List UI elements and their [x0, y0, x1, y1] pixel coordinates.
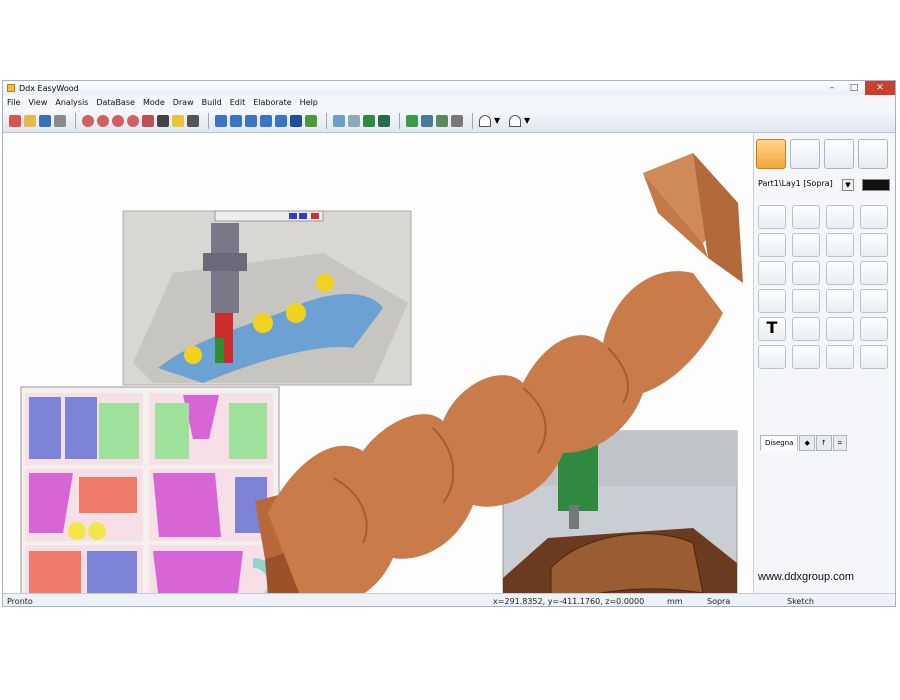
view-back-icon[interactable]	[275, 114, 287, 127]
trace-tool-icon[interactable]	[826, 345, 854, 369]
open-file-icon[interactable]	[24, 114, 36, 127]
chevron-down-icon[interactable]: ▼	[842, 179, 854, 191]
shade-view-icon[interactable]	[363, 114, 375, 127]
tab-leaf-icon[interactable]: ◆	[799, 435, 815, 451]
menu-draw[interactable]: Draw	[173, 98, 194, 107]
app-window: Ddx EasyWood – □ ✕ File View Analysis Da…	[2, 80, 896, 607]
menu-file[interactable]: File	[7, 98, 20, 107]
menu-edit[interactable]: Edit	[230, 98, 246, 107]
light-icon[interactable]	[172, 114, 184, 127]
nesting-layout-image	[20, 386, 280, 606]
view-right-icon[interactable]	[245, 114, 257, 127]
zoom-out-icon[interactable]	[97, 114, 109, 127]
sketch-mode-icon[interactable]	[756, 139, 786, 169]
unit-readout: mm	[667, 597, 683, 606]
save-icon[interactable]	[39, 114, 51, 127]
tab-disegna[interactable]: Disegna	[760, 435, 799, 451]
line-tool-icon[interactable]	[758, 205, 786, 229]
minimize-button[interactable]: –	[821, 81, 843, 95]
pan-icon[interactable]	[142, 114, 154, 127]
relief-tool-icon[interactable]	[826, 289, 854, 313]
tab-flag-icon[interactable]: ⌗	[832, 435, 847, 451]
menu-help[interactable]: Help	[300, 98, 318, 107]
arc-center-tool-icon[interactable]	[792, 233, 820, 257]
measure-icon[interactable]	[187, 114, 199, 127]
menu-bar: File View Analysis DataBase Mode Draw Bu…	[3, 95, 895, 109]
rectangle-tool-icon[interactable]	[826, 205, 854, 229]
render-view-icon[interactable]	[378, 114, 390, 127]
title-bar: Ddx EasyWood – □ ✕	[3, 81, 895, 95]
menu-elaborate[interactable]: Elaborate	[253, 98, 291, 107]
main-toolbar: ▼ ▼	[3, 109, 895, 133]
layers-icon[interactable]	[451, 114, 463, 127]
view-top-icon[interactable]	[215, 114, 227, 127]
dome-dropdown-icon[interactable]	[509, 114, 521, 127]
menu-build[interactable]: Build	[202, 98, 222, 107]
view-readout: Sopra	[707, 597, 731, 606]
snap-icon[interactable]	[406, 114, 418, 127]
menu-analysis[interactable]: Analysis	[55, 98, 88, 107]
ellipse-tool-icon[interactable]	[860, 261, 888, 285]
tab-disegna-label: Disegna	[765, 439, 794, 447]
layer-select[interactable]: Part1\Lay1 [Sopra]	[756, 177, 842, 191]
status-bar: Pronto x=291.8352, y=-411.1760, z=0.0000…	[3, 593, 895, 606]
polyline-tool-icon[interactable]	[792, 205, 820, 229]
website-watermark: www.ddxgroup.com	[758, 571, 854, 583]
arc-3pt-tool-icon[interactable]	[758, 233, 786, 257]
mode-readout: Sketch	[787, 597, 814, 606]
window-title: Ddx EasyWood	[19, 83, 79, 93]
view-left-icon[interactable]	[260, 114, 272, 127]
redraw-icon[interactable]	[157, 114, 169, 127]
status-text: Pronto	[7, 597, 33, 606]
menu-mode[interactable]: Mode	[143, 98, 165, 107]
rotate-icon[interactable]	[305, 114, 317, 127]
tab-pin-icon[interactable]: ↑	[815, 435, 832, 451]
arc-dropdown-icon[interactable]	[479, 114, 491, 127]
view-front-icon[interactable]	[230, 114, 242, 127]
panel-mode-icon[interactable]	[824, 139, 854, 169]
spline-tool-icon[interactable]	[792, 289, 820, 313]
diameter-tool-icon[interactable]	[826, 317, 854, 341]
new-file-icon[interactable]	[9, 114, 21, 127]
fillet-tool-icon[interactable]	[758, 289, 786, 313]
circle-center-tool-icon[interactable]	[792, 261, 820, 285]
wizard-tool-icon[interactable]	[860, 345, 888, 369]
build-mode-icon[interactable]	[790, 139, 820, 169]
menu-view[interactable]: View	[28, 98, 47, 107]
coordinates-readout: x=291.8352, y=-411.1760, z=0.0000	[493, 597, 645, 606]
circle-tool-icon[interactable]	[758, 261, 786, 285]
drawing-canvas[interactable]	[3, 133, 753, 606]
maximize-button[interactable]: □	[843, 81, 865, 95]
dimension-tool-icon[interactable]	[792, 317, 820, 341]
chevron-down-icon[interactable]: ▼	[524, 115, 536, 127]
pattern-tool-icon[interactable]	[860, 289, 888, 313]
color-picker[interactable]	[862, 179, 890, 191]
wire-view-icon[interactable]	[348, 114, 360, 127]
zoom-in-icon[interactable]	[82, 114, 94, 127]
circle-2pt-tool-icon[interactable]	[826, 261, 854, 285]
text-tool-icon[interactable]: T	[758, 317, 786, 341]
polygon-tool-icon[interactable]	[860, 205, 888, 229]
solid-view-icon[interactable]	[333, 114, 345, 127]
cnc-mode-icon[interactable]	[858, 139, 888, 169]
grid-icon[interactable]	[421, 114, 433, 127]
bitmap-tool-icon[interactable]	[792, 345, 820, 369]
cnc-preview-image	[122, 210, 412, 386]
close-button[interactable]: ✕	[865, 81, 895, 95]
menu-database[interactable]: DataBase	[96, 98, 135, 107]
print-icon[interactable]	[54, 114, 66, 127]
zoom-window-icon[interactable]	[112, 114, 124, 127]
arc-tangent-tool-icon[interactable]	[826, 233, 854, 257]
arc-radius-tool-icon[interactable]	[860, 233, 888, 257]
chevron-down-icon[interactable]: ▼	[494, 115, 506, 127]
view-iso-icon[interactable]	[290, 114, 302, 127]
tool-panel: Part1\Lay1 [Sopra] ▼ T Disegna ◆ ↑ ⌗	[753, 133, 895, 593]
import-tool-icon[interactable]	[758, 345, 786, 369]
ortho-icon[interactable]	[436, 114, 448, 127]
zoom-all-icon[interactable]	[127, 114, 139, 127]
app-icon	[7, 84, 15, 92]
angle-tool-icon[interactable]	[860, 317, 888, 341]
panel-tabs: Disegna ◆ ↑ ⌗	[760, 435, 848, 451]
